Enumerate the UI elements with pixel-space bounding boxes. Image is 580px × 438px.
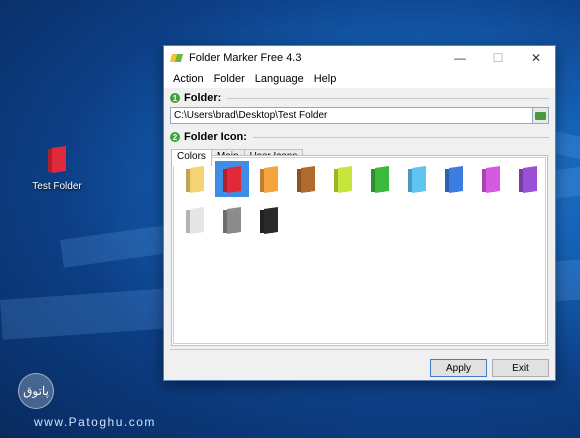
minimize-button[interactable]: —	[441, 46, 479, 70]
color-option-orange[interactable]	[252, 161, 286, 197]
folder-path-row: C:\Users\brad\Desktop\Test Folder	[170, 107, 549, 124]
color-option-white[interactable]	[178, 202, 212, 238]
app-window: Folder Marker Free 4.3 — ☐ ✕ Action Fold…	[163, 45, 556, 381]
red-folder-icon	[44, 145, 70, 175]
menu-language[interactable]: Language	[250, 73, 309, 85]
color-option-purple[interactable]	[511, 161, 545, 197]
purple-folder-icon	[519, 166, 537, 193]
color-option-brown[interactable]	[289, 161, 323, 197]
pink-folder-icon	[482, 166, 500, 193]
patoghu-logo: پاتوق	[18, 373, 54, 409]
folder-path-input[interactable]: C:\Users\brad\Desktop\Test Folder	[170, 107, 533, 124]
app-logo-icon	[169, 53, 184, 63]
color-option-lime[interactable]	[326, 161, 360, 197]
close-button[interactable]: ✕	[517, 46, 555, 70]
lime-folder-icon	[334, 166, 352, 193]
divider	[227, 97, 549, 99]
folder-section-header: 1 Folder:	[170, 91, 555, 105]
color-option-green[interactable]	[363, 161, 397, 197]
menu-bar: Action Folder Language Help	[164, 70, 555, 88]
open-folder-icon	[535, 111, 546, 120]
menu-folder[interactable]: Folder	[209, 73, 250, 85]
button-row: Apply Exit	[170, 349, 549, 377]
green-folder-icon	[371, 166, 389, 193]
white-folder-icon	[186, 207, 204, 234]
icon-section-label: Folder Icon:	[184, 131, 247, 143]
exit-button[interactable]: Exit	[492, 359, 549, 377]
apply-button[interactable]: Apply	[430, 359, 487, 377]
folder-section-label: Folder:	[184, 92, 222, 104]
color-icon-grid	[173, 157, 546, 344]
tab-colors[interactable]: Colors	[171, 149, 212, 166]
brown-folder-icon	[297, 166, 315, 193]
desktop-folder-label: Test Folder	[32, 181, 82, 192]
icon-section-header: 2 Folder Icon:	[170, 130, 555, 144]
patoghu-logo-text: پاتوق	[23, 384, 49, 398]
divider	[252, 136, 549, 138]
light-blue-folder-icon	[408, 166, 426, 193]
yellow-folder-icon	[186, 166, 204, 193]
color-option-black[interactable]	[252, 202, 286, 238]
menu-action[interactable]: Action	[168, 73, 209, 85]
maximize-button: ☐	[492, 51, 504, 65]
menu-help[interactable]: Help	[309, 73, 342, 85]
browse-folder-button[interactable]	[533, 107, 549, 124]
color-option-gray[interactable]	[215, 202, 249, 238]
color-option-light-blue[interactable]	[400, 161, 434, 197]
gray-folder-icon	[223, 207, 241, 234]
window-title: Folder Marker Free 4.3	[189, 52, 302, 64]
site-watermark: www.Patoghu.com	[34, 415, 156, 429]
color-option-yellow[interactable]	[178, 161, 212, 197]
step-one-badge: 1	[170, 93, 180, 103]
desktop-folder-icon[interactable]: Test Folder	[28, 145, 86, 192]
step-two-badge: 2	[170, 132, 180, 142]
color-option-blue[interactable]	[437, 161, 471, 197]
orange-folder-icon	[260, 166, 278, 193]
blue-folder-icon	[445, 166, 463, 193]
black-folder-icon	[260, 207, 278, 234]
title-bar[interactable]: Folder Marker Free 4.3 — ☐ ✕	[164, 46, 555, 70]
color-option-red[interactable]	[215, 161, 249, 197]
color-option-pink[interactable]	[474, 161, 508, 197]
red-folder-icon	[223, 166, 241, 193]
colors-tab-panel	[171, 155, 548, 346]
